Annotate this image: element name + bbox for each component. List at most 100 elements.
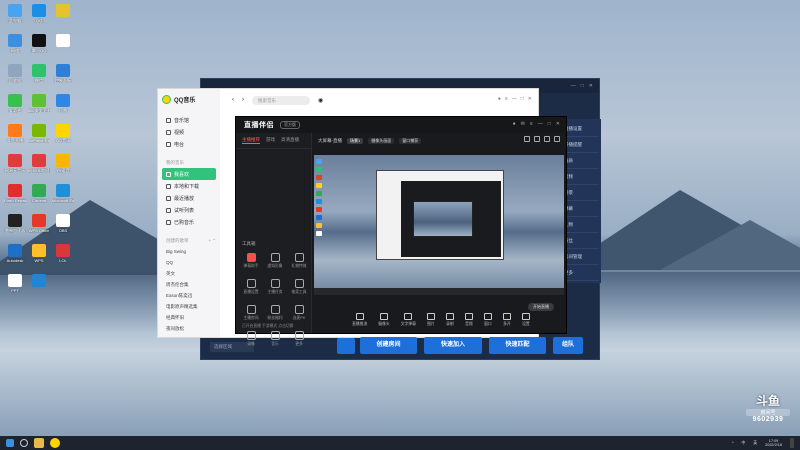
desktop-icon[interactable] xyxy=(52,34,74,60)
ime-indicator[interactable]: 中 xyxy=(742,441,746,446)
close-icon[interactable]: ✕ xyxy=(556,121,560,127)
desktop-icon[interactable]: QQ xyxy=(28,4,50,30)
desktop-icon[interactable] xyxy=(28,274,50,300)
minimize-icon[interactable]: — xyxy=(538,121,543,127)
side-item[interactable]: 直播设置 xyxy=(564,121,599,137)
desktop-icon[interactable] xyxy=(52,4,74,30)
live-streaming-window[interactable]: 直播伴侣 官方版 ● ✉ ≡ — □ ✕ 主播推荐 游戏 高清直播 工具箱 弹幕… xyxy=(235,116,567,346)
bottom-tool[interactable]: 录制 xyxy=(445,313,454,327)
chart-icon[interactable] xyxy=(534,136,540,142)
share-icon[interactable] xyxy=(554,136,560,142)
my-item-liked[interactable]: 我喜欢 xyxy=(162,168,216,180)
tool-danmaku[interactable]: 弹幕助手 xyxy=(240,253,262,269)
maximize-icon[interactable]: □ xyxy=(548,121,551,127)
mail-icon[interactable]: ✉ xyxy=(521,121,525,127)
desktop-icon[interactable]: Microsoft Edge xyxy=(52,184,74,210)
douyu-taskbar-icon[interactable] xyxy=(50,438,60,448)
search-icon[interactable] xyxy=(20,439,28,447)
side-item[interactable]: 粉丝 xyxy=(564,233,599,249)
quick-match-button[interactable]: 快速匹配 xyxy=(489,337,546,354)
menu-icon[interactable]: ≡ xyxy=(530,121,533,127)
desktop-icon[interactable]: YY语音 xyxy=(52,154,74,180)
windows-start-icon[interactable] xyxy=(6,439,14,447)
playlist-item[interactable]: 经典怀旧 xyxy=(162,312,216,323)
desktop-icon[interactable]: Autodesk xyxy=(4,244,26,270)
side-item[interactable]: 开播提醒 xyxy=(564,137,599,153)
my-item-recent[interactable]: 最近播放 xyxy=(162,192,216,204)
my-item-purchased[interactable]: 已购音乐 xyxy=(162,216,216,228)
avatar[interactable]: ● xyxy=(498,96,501,102)
add-playlist-icon[interactable]: + ⌃ xyxy=(208,238,216,244)
minimize-icon[interactable]: — xyxy=(512,96,517,102)
desktop-icon[interactable]: GeForce Experience xyxy=(28,124,50,150)
tab-game[interactable]: 游戏 xyxy=(266,137,275,144)
tool-fans[interactable]: 粉丝福利 xyxy=(264,305,286,321)
desktop-icon[interactable]: OBS xyxy=(52,214,74,240)
tool-pk[interactable]: 连麦PK xyxy=(288,305,310,321)
playlist-item[interactable]: QQ xyxy=(162,257,216,268)
side-item[interactable]: 音频 xyxy=(564,169,599,185)
start-live-button[interactable]: 开始直播 xyxy=(528,303,554,311)
desktop-icon[interactable]: 爱奇艺 xyxy=(4,94,26,120)
nav-music-hall[interactable]: 音乐馆 xyxy=(162,114,216,126)
playlist-item[interactable]: Eason陈奕迅 xyxy=(162,290,216,301)
nav-video[interactable]: 视频 xyxy=(162,126,216,138)
lang-indicator[interactable]: 英 xyxy=(753,441,757,446)
tool-gift-fx[interactable]: 礼物特效 xyxy=(288,253,310,269)
side-item[interactable]: 弹幕 xyxy=(564,201,599,217)
create-room-button[interactable]: 创建房间 xyxy=(360,337,417,354)
desktop-icon[interactable]: Flash Repair xyxy=(4,184,26,210)
user-avatar[interactable]: ● xyxy=(513,121,516,127)
bottom-tool[interactable]: 文字弹幕 xyxy=(401,313,416,327)
tool-avatar[interactable]: 虚拟形象 xyxy=(264,253,286,269)
clock[interactable]: 17:09 2022/2/18 xyxy=(765,439,782,448)
maximize-icon[interactable]: □ xyxy=(521,96,524,102)
maximize-icon[interactable]: □ xyxy=(581,83,584,89)
scene-tag[interactable]: 场景1 xyxy=(347,138,364,144)
forward-arrow-icon[interactable]: › xyxy=(242,97,244,103)
desktop-icon[interactable]: WPS Office xyxy=(28,214,50,240)
desktop-icon[interactable]: 微信 xyxy=(28,64,50,90)
desktop-icon[interactable]: 雷神加速器 xyxy=(4,214,26,240)
tray-expand-icon[interactable]: ^ xyxy=(732,441,734,445)
tool-music[interactable]: 音乐 xyxy=(264,331,286,347)
tool-settings[interactable]: 直播设置 xyxy=(240,279,262,295)
bottom-tool[interactable]: 摄像头 xyxy=(378,313,390,327)
desktop-icon[interactable]: Chrome xyxy=(28,184,50,210)
playlist-item[interactable]: 英文 xyxy=(162,268,216,279)
desktop-icon[interactable]: QQ音乐 xyxy=(52,124,74,150)
tool-more[interactable]: 更多 xyxy=(288,331,310,347)
side-item[interactable]: 场景 xyxy=(564,185,599,201)
desktop-icon[interactable]: LOL xyxy=(52,244,74,270)
bottom-tool[interactable]: 设置 xyxy=(521,313,530,327)
team-button[interactable]: 组队 xyxy=(553,337,583,354)
desktop-icon[interactable]: WPS xyxy=(28,244,50,270)
bottom-tool[interactable]: 图片 xyxy=(426,313,435,327)
fullscreen-icon[interactable] xyxy=(544,136,550,142)
side-item[interactable]: 更多 xyxy=(564,265,599,281)
qq-search-input[interactable]: 搜索音乐 xyxy=(252,95,310,105)
tab-recommend[interactable]: 主播推荐 xyxy=(242,137,260,144)
tool-room[interactable]: 主播房间 xyxy=(240,305,262,321)
desktop-icon[interactable]: 网络 xyxy=(4,34,26,60)
close-icon[interactable]: ✕ xyxy=(589,83,593,89)
bottom-tool[interactable]: 窗口 xyxy=(483,313,492,327)
quick-join-button[interactable]: 快速加入 xyxy=(424,337,482,354)
playlist-item[interactable]: 夜间放松 xyxy=(162,323,216,334)
file-explorer-icon[interactable] xyxy=(34,438,44,448)
show-desktop-button[interactable] xyxy=(790,438,794,448)
nav-radio[interactable]: 电台 xyxy=(162,138,216,150)
scene-tag[interactable]: 窗口捕获 xyxy=(399,138,422,144)
live-titlebar[interactable]: 直播伴侣 官方版 ● ✉ ≡ — □ ✕ xyxy=(236,117,566,133)
minimize-icon[interactable]: — xyxy=(571,83,576,89)
tool-task[interactable]: 主播任务 xyxy=(264,279,286,295)
tool-lottery[interactable]: 抽奖工具 xyxy=(288,279,310,295)
my-item-local[interactable]: 本地和下载 xyxy=(162,180,216,192)
close-icon[interactable]: ✕ xyxy=(528,96,532,102)
desktop-icon[interactable]: 迅雷 xyxy=(52,94,74,120)
side-item[interactable]: 礼物 xyxy=(564,217,599,233)
desktop-icon[interactable]: 360安全卫士 xyxy=(28,94,50,120)
bottom-tool[interactable]: 音频 xyxy=(464,313,473,327)
desktop-icon[interactable]: 回收站 xyxy=(4,64,26,90)
stream-preview[interactable] xyxy=(314,155,564,295)
